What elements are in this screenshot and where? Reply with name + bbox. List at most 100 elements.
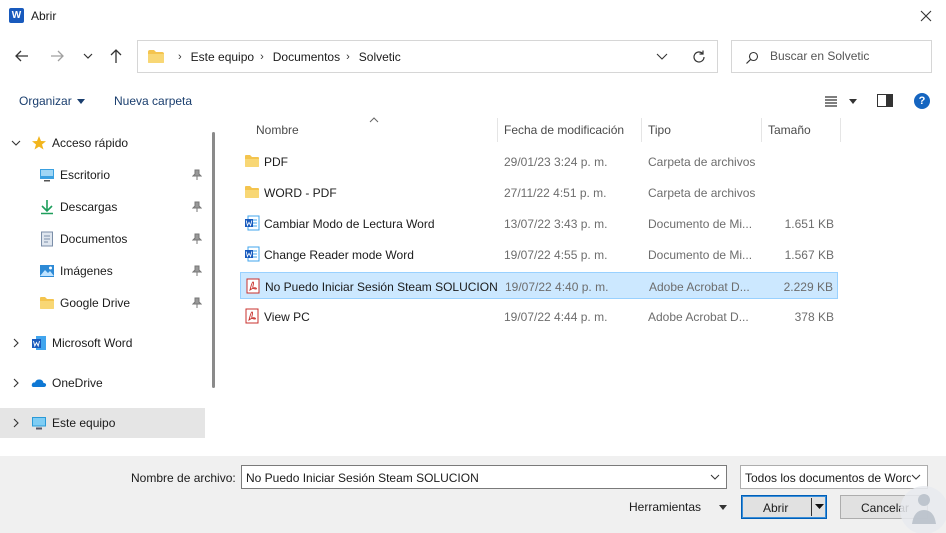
nav-item-acceso-rapido[interactable]: Acceso rápido xyxy=(0,128,205,158)
file-list[interactable]: Nombre Fecha de modificación Tipo Tamaño… xyxy=(222,117,946,456)
back-button[interactable] xyxy=(13,47,33,67)
nav-item-imagenes[interactable]: Imágenes xyxy=(0,256,205,286)
up-button[interactable] xyxy=(107,47,127,67)
pictures-icon xyxy=(40,265,54,277)
view-options-icon[interactable] xyxy=(824,95,838,107)
computer-icon xyxy=(32,417,46,430)
open-options-caret-icon[interactable] xyxy=(815,504,824,510)
chevron-right-icon[interactable] xyxy=(11,418,21,428)
navigation-bar: › Este equipo › Documentos › Solvetic xyxy=(0,36,946,80)
address-dropdown-icon[interactable] xyxy=(656,53,668,61)
nav-label: Este equipo xyxy=(52,416,116,430)
forward-button[interactable] xyxy=(48,47,68,67)
open-button[interactable]: Abrir xyxy=(741,495,827,519)
file-row[interactable]: PDF 29/01/23 3:24 p. m. Carpeta de archi… xyxy=(240,148,838,175)
close-icon xyxy=(920,10,932,22)
address-bar[interactable]: › Este equipo › Documentos › Solvetic xyxy=(137,40,718,73)
word-doc-icon xyxy=(245,215,260,231)
file-date: 19/07/22 4:40 p. m. xyxy=(505,280,609,294)
chevron-right-icon[interactable]: › xyxy=(260,51,264,63)
pin-icon[interactable] xyxy=(192,169,202,181)
file-date: 13/07/22 3:43 p. m. xyxy=(504,217,608,231)
chevron-right-icon[interactable] xyxy=(11,378,21,388)
file-type: Documento de Mi... xyxy=(648,217,753,231)
nav-item-escritorio[interactable]: Escritorio xyxy=(0,160,205,190)
column-header-date[interactable]: Fecha de modificación xyxy=(498,118,642,142)
filename-input[interactable]: No Puedo Iniciar Sesión Steam SOLUCION xyxy=(241,465,727,489)
nav-item-este-equipo[interactable]: Este equipo xyxy=(0,408,205,438)
filename-value[interactable]: No Puedo Iniciar Sesión Steam SOLUCION xyxy=(246,471,479,485)
breadcrumb-documentos[interactable]: Documentos xyxy=(273,50,340,64)
file-row-selected[interactable]: No Puedo Iniciar Sesión Steam SOLUCION 1… xyxy=(240,272,838,299)
file-row[interactable]: Cambiar Modo de Lectura Word 13/07/22 3:… xyxy=(240,210,838,237)
chevron-right-icon[interactable] xyxy=(11,338,21,348)
pin-icon[interactable] xyxy=(192,297,202,309)
nav-scrollbar[interactable] xyxy=(212,132,215,388)
column-header-type[interactable]: Tipo xyxy=(642,118,762,142)
file-type: Documento de Mi... xyxy=(648,248,753,262)
documents-icon xyxy=(41,231,53,247)
file-row[interactable]: Change Reader mode Word 19/07/22 4:55 p.… xyxy=(240,241,838,268)
dialog-footer: Nombre de archivo: No Puedo Iniciar Sesi… xyxy=(0,456,946,533)
column-header-label: Fecha de modificación xyxy=(504,123,625,137)
organize-button[interactable]: Organizar xyxy=(19,94,85,108)
tools-label: Herramientas xyxy=(629,500,702,514)
folder-icon xyxy=(245,186,259,198)
chevron-right-icon[interactable]: › xyxy=(346,51,350,63)
help-icon[interactable]: ? xyxy=(914,93,930,109)
recent-locations-button[interactable] xyxy=(82,47,102,67)
file-name: No Puedo Iniciar Sesión Steam SOLUCION xyxy=(265,280,498,294)
search-input[interactable] xyxy=(770,49,925,63)
nav-label: OneDrive xyxy=(52,376,103,390)
pin-icon[interactable] xyxy=(192,265,202,277)
chevron-right-icon[interactable]: › xyxy=(178,51,182,63)
window-title: Abrir xyxy=(31,9,57,23)
nav-label: Descargas xyxy=(60,200,118,214)
file-name: PDF xyxy=(264,155,288,169)
title-bar: W Abrir xyxy=(0,0,946,32)
breadcrumb-solvetic[interactable]: Solvetic xyxy=(359,50,401,64)
pin-icon[interactable] xyxy=(192,201,202,213)
navigation-pane[interactable]: Acceso rápido Escritorio Descargas Docum… xyxy=(0,118,216,456)
nav-item-documentos[interactable]: Documentos xyxy=(0,224,205,254)
column-separator[interactable] xyxy=(840,118,841,142)
open-button-label: Abrir xyxy=(763,501,789,515)
word-app-icon: W xyxy=(9,8,24,23)
column-header-name[interactable]: Nombre xyxy=(240,118,496,142)
pin-icon[interactable] xyxy=(192,233,202,245)
caret-down-icon xyxy=(76,99,85,105)
nav-item-onedrive[interactable]: OneDrive xyxy=(0,368,205,398)
breadcrumb-este-equipo[interactable]: Este equipo xyxy=(191,50,254,64)
file-type: Adobe Acrobat D... xyxy=(649,280,750,294)
nav-label: Acceso rápido xyxy=(52,136,129,150)
file-date: 29/01/23 3:24 p. m. xyxy=(504,155,608,169)
file-date: 19/07/22 4:44 p. m. xyxy=(504,310,608,324)
file-name: Change Reader mode Word xyxy=(264,248,414,262)
nav-item-google-drive[interactable]: Google Drive xyxy=(0,288,205,318)
filename-label: Nombre de archivo: xyxy=(131,471,236,485)
refresh-icon[interactable] xyxy=(691,49,707,65)
close-button[interactable] xyxy=(906,0,946,32)
chevron-down-icon[interactable] xyxy=(710,474,720,480)
chevron-down-icon xyxy=(83,53,93,59)
file-name: View PC xyxy=(264,310,310,324)
file-row[interactable]: View PC 19/07/22 4:44 p. m. Adobe Acroba… xyxy=(240,303,838,330)
arrow-right-icon xyxy=(51,50,64,62)
nav-item-descargas[interactable]: Descargas xyxy=(0,192,205,222)
file-row[interactable]: WORD - PDF 27/11/22 4:51 p. m. Carpeta d… xyxy=(240,179,838,206)
column-header-label: Tamaño xyxy=(768,123,811,137)
organize-label: Organizar xyxy=(19,94,72,108)
search-box[interactable] xyxy=(731,40,932,73)
nav-item-microsoft-word[interactable]: Microsoft Word xyxy=(0,328,205,358)
column-header-size[interactable]: Tamaño xyxy=(762,118,840,142)
new-folder-button[interactable]: Nueva carpeta xyxy=(114,94,192,108)
preview-pane-icon[interactable] xyxy=(877,94,893,107)
file-size: 1.651 KB xyxy=(784,217,834,231)
chevron-down-icon[interactable] xyxy=(11,138,21,148)
breadcrumb: › Este equipo › Documentos › Solvetic xyxy=(172,41,401,72)
pdf-icon xyxy=(245,308,259,324)
file-type: Carpeta de archivos xyxy=(648,186,756,200)
column-header-label: Nombre xyxy=(256,123,299,137)
view-caret-icon[interactable] xyxy=(848,99,858,105)
tools-button[interactable]: Herramientas xyxy=(629,500,728,514)
